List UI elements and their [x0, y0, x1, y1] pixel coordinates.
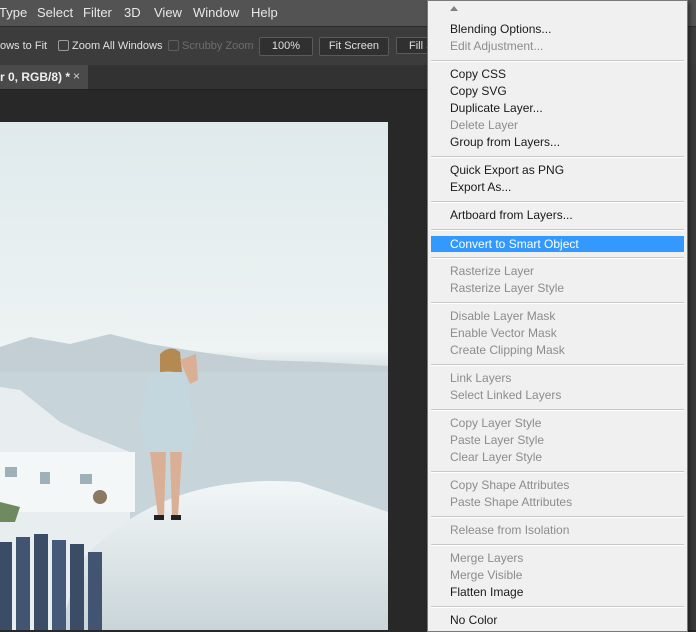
menu-filter[interactable]: Filter	[83, 5, 112, 20]
close-icon[interactable]: ×	[73, 69, 80, 83]
menu-view[interactable]: View	[154, 5, 182, 20]
menu-item-disable-layer-mask[interactable]: Disable Layer Mask	[431, 308, 684, 325]
menu-item-copy-css[interactable]: Copy CSS	[431, 66, 684, 83]
menu-item-delete-layer[interactable]: Delete Layer	[431, 117, 684, 134]
menu-item-rasterize-layer-style[interactable]: Rasterize Layer Style	[431, 280, 684, 297]
zoom-all-windows-label: Zoom All Windows	[72, 40, 163, 52]
menu-item-no-color[interactable]: No Color	[431, 612, 684, 629]
menu-separator	[431, 516, 684, 518]
scroll-up-arrow-icon[interactable]	[450, 6, 458, 11]
resize-windows-label[interactable]: ows to Fit	[0, 40, 47, 52]
zoom-all-windows-checkbox[interactable]	[58, 40, 69, 51]
menu-item-copy-svg[interactable]: Copy SVG	[431, 83, 684, 100]
menu-item-paste-layer-style[interactable]: Paste Layer Style	[431, 432, 684, 449]
menu-item-copy-layer-style[interactable]: Copy Layer Style	[431, 415, 684, 432]
menu-item-flatten-image[interactable]: Flatten Image	[431, 584, 684, 601]
menu-item-release-from-isolation[interactable]: Release from Isolation	[431, 522, 684, 539]
menu-separator	[431, 60, 684, 62]
menu-window[interactable]: Window	[193, 5, 239, 20]
menu-item-rasterize-layer[interactable]: Rasterize Layer	[431, 263, 684, 280]
document-tab-title: r 0, RGB/8) *	[0, 70, 71, 84]
menu-item-merge-visible[interactable]: Merge Visible	[431, 567, 684, 584]
menu-type[interactable]: Type	[0, 5, 27, 20]
menu-separator	[431, 364, 684, 366]
menu-item-link-layers[interactable]: Link Layers	[431, 370, 684, 387]
menu-item-enable-vector-mask[interactable]: Enable Vector Mask	[431, 325, 684, 342]
menu-separator	[431, 471, 684, 473]
menu-item-copy-shape-attributes[interactable]: Copy Shape Attributes	[431, 477, 684, 494]
menu-separator	[431, 544, 684, 546]
menu-separator	[431, 302, 684, 304]
photo-image	[0, 122, 388, 630]
menu-item-group-from-layers[interactable]: Group from Layers...	[431, 134, 684, 151]
menu-item-quick-export-png[interactable]: Quick Export as PNG	[431, 162, 684, 179]
fit-screen-button[interactable]: Fit Screen	[319, 37, 389, 56]
canvas-photo[interactable]	[0, 122, 388, 630]
menu-select[interactable]: Select	[37, 5, 73, 20]
menu-help[interactable]: Help	[251, 5, 278, 20]
layer-context-menu: Blending Options... Edit Adjustment... C…	[427, 0, 688, 632]
scrubby-zoom-label: Scrubby Zoom	[182, 40, 254, 52]
menu-separator	[431, 606, 684, 608]
menu-separator	[431, 156, 684, 158]
menu-3d[interactable]: 3D	[124, 5, 141, 20]
menu-separator	[431, 257, 684, 259]
menu-item-export-as[interactable]: Export As...	[431, 179, 684, 196]
menu-item-duplicate-layer[interactable]: Duplicate Layer...	[431, 100, 684, 117]
scrubby-zoom-checkbox[interactable]	[168, 40, 179, 51]
menu-separator	[431, 409, 684, 411]
zoom-100-button[interactable]: 100%	[259, 37, 313, 56]
menu-item-create-clipping-mask[interactable]: Create Clipping Mask	[431, 342, 684, 359]
menu-item-edit-adjustment[interactable]: Edit Adjustment...	[431, 38, 684, 55]
menu-item-merge-layers[interactable]: Merge Layers	[431, 550, 684, 567]
menu-item-paste-shape-attributes[interactable]: Paste Shape Attributes	[431, 494, 684, 511]
menu-separator	[431, 201, 684, 203]
menu-separator	[431, 229, 684, 231]
document-tab[interactable]: r 0, RGB/8) * ×	[0, 65, 88, 89]
menu-item-convert-to-smart-object[interactable]: Convert to Smart Object	[431, 236, 684, 252]
menu-item-artboard-from-layers[interactable]: Artboard from Layers...	[431, 207, 684, 224]
menu-item-clear-layer-style[interactable]: Clear Layer Style	[431, 449, 684, 466]
menu-item-select-linked-layers[interactable]: Select Linked Layers	[431, 387, 684, 404]
menu-item-blending-options[interactable]: Blending Options...	[431, 21, 684, 38]
